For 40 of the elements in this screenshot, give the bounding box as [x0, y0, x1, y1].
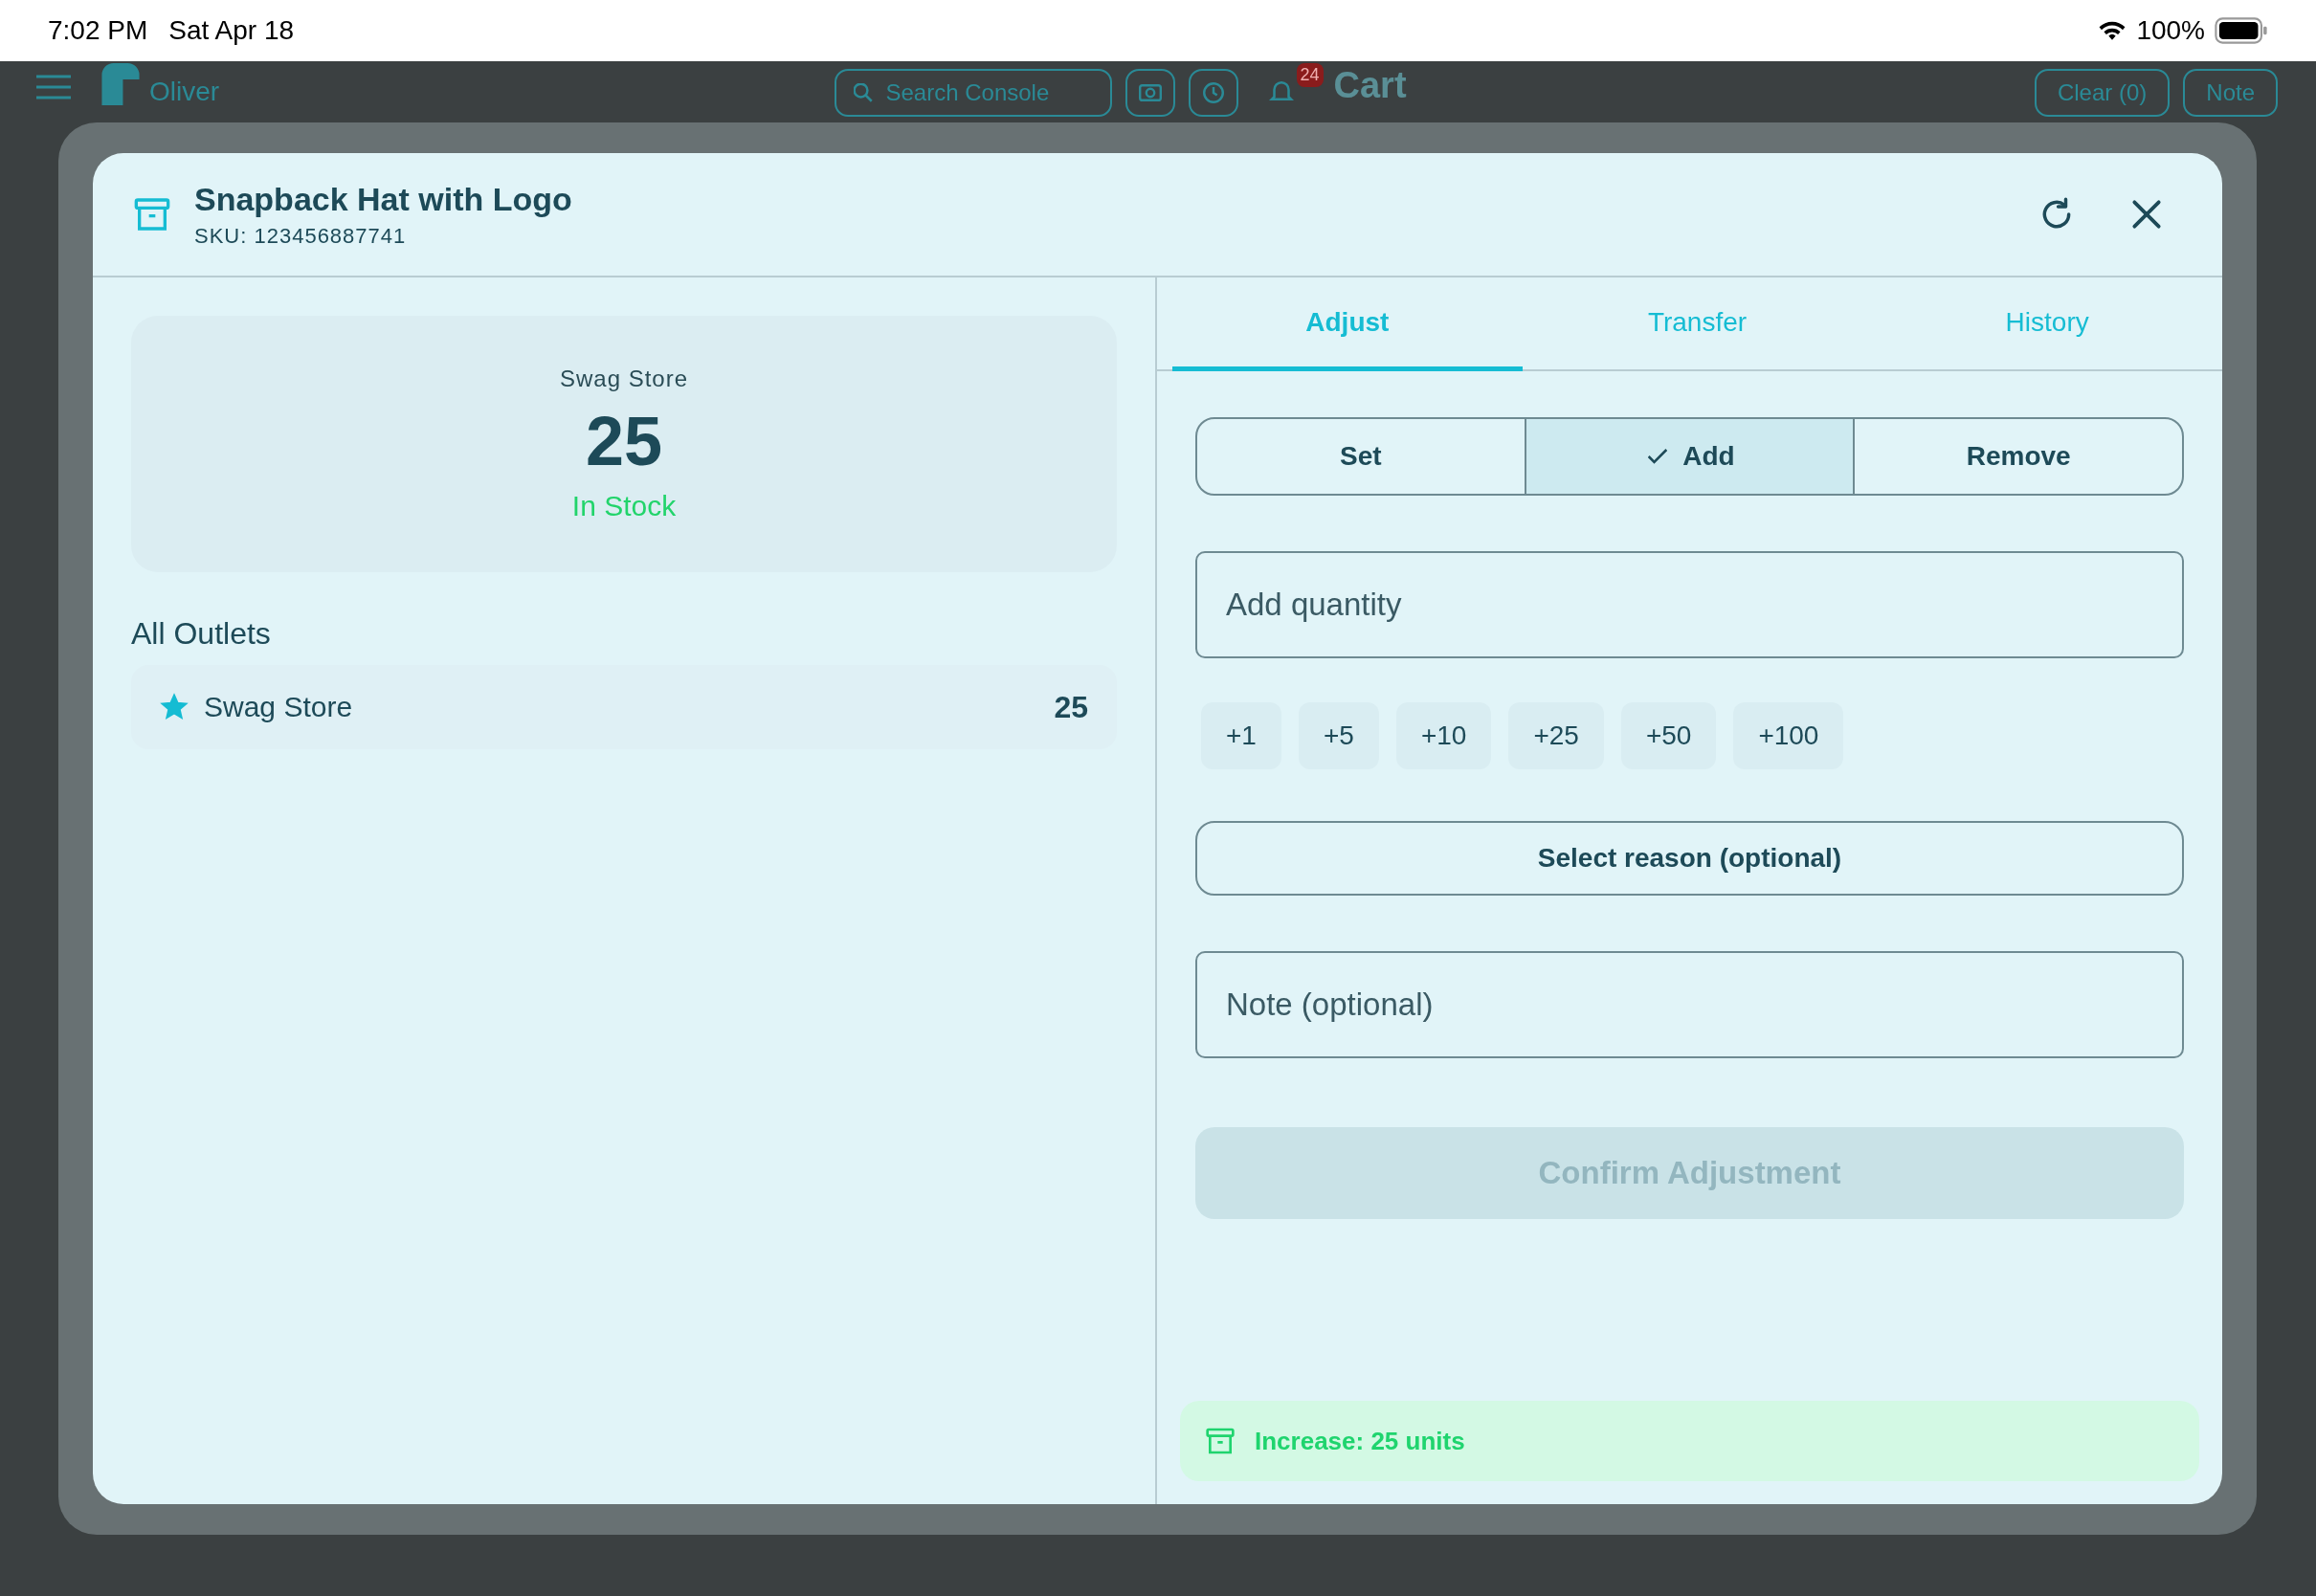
- camera-button[interactable]: [1125, 69, 1175, 117]
- wifi-icon: [2098, 20, 2127, 41]
- camera-icon: [1138, 82, 1162, 103]
- note-field[interactable]: Note (optional): [1195, 951, 2184, 1058]
- archive-box-icon: [133, 195, 171, 233]
- outlet-quantity: 25: [1054, 689, 1088, 725]
- clock-button[interactable]: [1188, 69, 1238, 117]
- cart-title: Cart: [1333, 65, 1407, 106]
- stock-status: In Stock: [571, 490, 677, 522]
- outlet-row[interactable]: Swag Store 25: [131, 665, 1117, 749]
- mode-option[interactable]: Remove: [1853, 419, 2182, 494]
- mode-option[interactable]: Set: [1197, 419, 1525, 494]
- search-field[interactable]: Search Console: [834, 69, 1112, 117]
- quick-add-button[interactable]: +10: [1395, 702, 1492, 769]
- status-time: 7:02 PM: [48, 15, 148, 46]
- summary-text: Increase: 25 units: [1255, 1426, 1465, 1456]
- outlet-name: Swag Store: [204, 691, 353, 723]
- quick-add-button[interactable]: +25: [1508, 702, 1604, 769]
- logo-icon: [101, 63, 140, 105]
- search-icon: [853, 83, 873, 102]
- reason-select[interactable]: Select reason (optional): [1195, 821, 2184, 896]
- status-date: Sat Apr 18: [168, 15, 295, 46]
- brand-name: Oliver: [149, 77, 220, 107]
- quantity-field[interactable]: Add quantity: [1195, 551, 2184, 658]
- product-sku: SKU: 123456887741: [194, 223, 408, 249]
- quick-add-button[interactable]: +5: [1298, 702, 1379, 769]
- product-title: Snapback Hat with Logo: [194, 180, 572, 218]
- mode-option[interactable]: Add: [1524, 419, 1854, 494]
- battery-icon: [2215, 17, 2268, 44]
- battery-percent: 100%: [2136, 15, 2205, 46]
- stock-outlet: Swag Store: [559, 366, 689, 392]
- quick-add-button[interactable]: +50: [1620, 702, 1717, 769]
- outlets-heading: All Outlets: [131, 616, 272, 652]
- clock-icon: [1201, 82, 1225, 103]
- archive-box-icon: [1205, 1426, 1236, 1456]
- quick-add-button[interactable]: +100: [1733, 702, 1844, 769]
- stock-quantity: 25: [585, 402, 663, 480]
- notification-badge: 24: [1296, 63, 1324, 87]
- quick-add-button[interactable]: +1: [1201, 702, 1281, 769]
- menu-icon[interactable]: [36, 75, 71, 100]
